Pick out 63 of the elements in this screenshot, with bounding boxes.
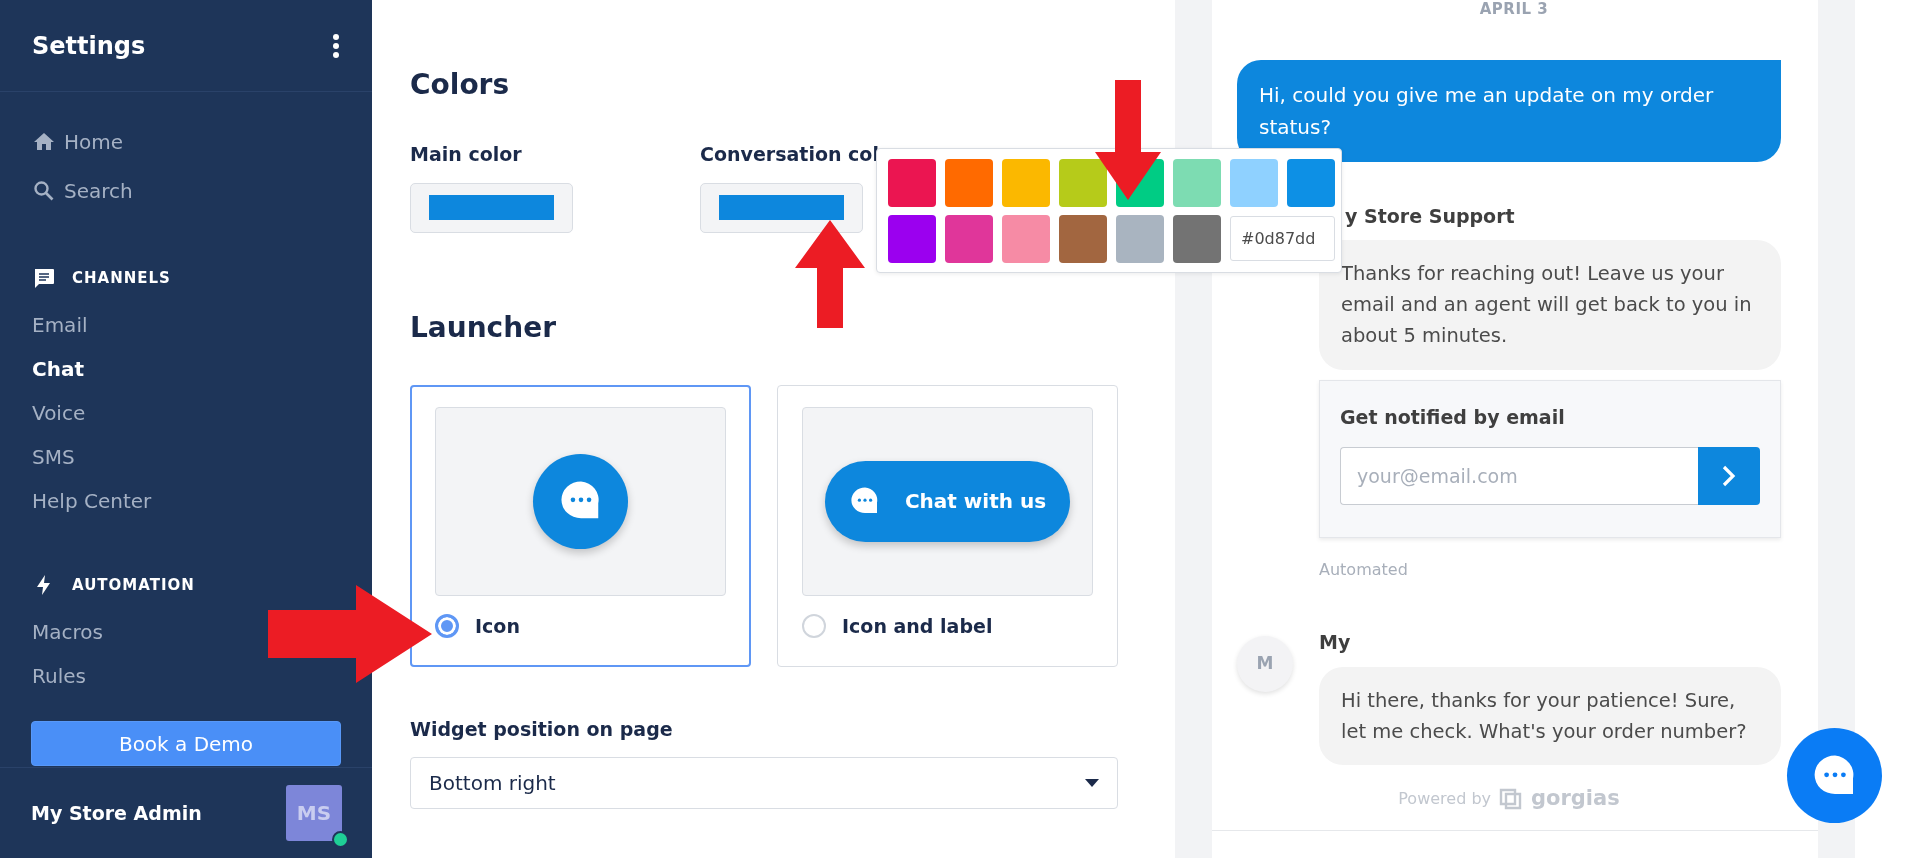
agent-message: Thanks for reaching out! Leave us your email and an agent will get back to you in about 5 minutes. (1319, 240, 1781, 370)
brand-name: gorgias (1531, 784, 1620, 812)
option-label: Icon and label (842, 613, 993, 639)
sidebar-item[interactable]: SMS (32, 435, 75, 479)
agent-avatar: M (1237, 636, 1293, 693)
sidebar-nav-item[interactable]: Home (32, 117, 124, 166)
section-title: Colors (410, 67, 511, 103)
sidebar-item[interactable]: Email (32, 303, 88, 347)
hex-input-field[interactable]: #0d87dd (1230, 216, 1335, 261)
sidebar-item[interactable]: Macros (32, 610, 103, 654)
agent-message: Hi there, thanks for your patience! Sure, let me check. What's your order number? (1319, 666, 1781, 765)
more-menu-button[interactable] (332, 32, 340, 59)
sidebar-item[interactable]: Help Center (32, 479, 152, 523)
color-swatch[interactable] (1116, 215, 1164, 263)
preview-label: Chat with us (904, 488, 1047, 515)
launcher-option-card[interactable]: Chat with us Icon and label (777, 384, 1118, 667)
color-picker-button[interactable] (410, 182, 573, 233)
user-name: My Store Admin (31, 800, 202, 826)
sidebar-item[interactable]: Voice (32, 391, 86, 435)
radio-button[interactable] (802, 613, 826, 638)
sender-name: My (1319, 630, 1351, 656)
date-label: APRIL 3 (1478, 0, 1550, 20)
color-swatch[interactable] (1059, 159, 1107, 207)
color-swatch[interactable] (888, 159, 936, 207)
color-swatch[interactable] (945, 159, 993, 207)
launcher-option-card[interactable]: Icon (410, 384, 751, 667)
chevron-right-icon (1722, 465, 1736, 488)
section-heading: CHANNELS (72, 267, 171, 289)
option-label: Icon (475, 613, 520, 639)
caret-icon (1085, 779, 1099, 787)
color-swatch[interactable] (1059, 215, 1107, 263)
powered-by-text: Powered by (1398, 787, 1491, 810)
radio-button[interactable] (435, 613, 459, 638)
sidebar-item[interactable]: Chat (32, 347, 84, 391)
sidebar-nav-item[interactable]: Search (32, 166, 133, 215)
color-swatch[interactable] (1002, 159, 1050, 207)
sender-name: y Store Support (1345, 203, 1515, 229)
sidebar-item[interactable]: Rules (32, 654, 86, 698)
chat-icon (32, 266, 56, 290)
color-swatch[interactable] (1230, 159, 1278, 207)
color-swatch[interactable] (1002, 215, 1050, 263)
color-picker-button[interactable] (700, 182, 863, 233)
submit-button[interactable] (1698, 447, 1760, 506)
color-swatch[interactable] (1173, 159, 1221, 207)
field-label: Main color (410, 142, 522, 167)
field-label: Widget position on page (410, 716, 674, 742)
customer-message: Hi, could you give me an update on my order status? (1237, 59, 1781, 162)
color-swatch[interactable] (945, 215, 993, 263)
field-label: Conversation col (700, 142, 879, 167)
color-swatch[interactable] (1173, 215, 1221, 263)
more-icon (332, 32, 340, 59)
search-icon (32, 178, 56, 203)
automated-label: Automated (1319, 559, 1408, 582)
section-title: Launcher (410, 309, 557, 346)
email-input-field[interactable]: your@email.com (1340, 447, 1698, 506)
section-heading: AUTOMATION (72, 574, 195, 596)
dropdown-value: Bottom right (429, 770, 556, 797)
sidebar-title: Settings (32, 30, 146, 62)
color-swatch[interactable] (888, 215, 936, 263)
color-swatch[interactable] (1287, 159, 1335, 207)
card-title: Get notified by email (1340, 404, 1566, 430)
book-demo-button[interactable]: Book a Demo (31, 721, 341, 766)
position-dropdown[interactable]: Bottom right (410, 757, 1118, 809)
